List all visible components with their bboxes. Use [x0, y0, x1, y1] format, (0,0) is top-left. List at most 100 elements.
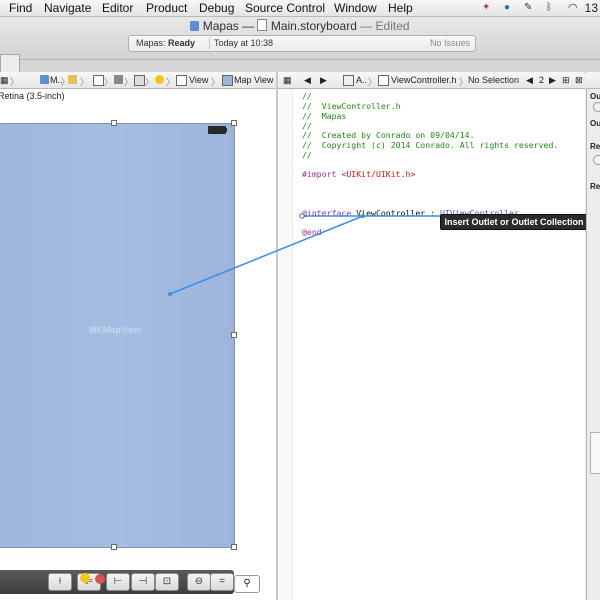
- activity-viewer: Mapas: Ready Today at 10:38 No Issues: [128, 35, 476, 52]
- storyboard-icon[interactable]: [93, 75, 104, 86]
- resolve-constraints-icon[interactable]: ⊣: [131, 573, 155, 591]
- code-line: //: [302, 150, 312, 160]
- previous-counterpart-icon[interactable]: ◀: [526, 75, 533, 86]
- zoom-out-icon[interactable]: ⊖: [187, 573, 211, 591]
- scene-icon[interactable]: [114, 75, 123, 84]
- code-line: // Created by Conrado on 09/04/14.: [302, 130, 475, 140]
- counterpart-count: 2: [539, 75, 545, 85]
- menu-source-control[interactable]: Source Control: [245, 1, 325, 15]
- assistant-mode-icon[interactable]: [343, 75, 354, 86]
- jump-chevron-icon: 〉: [459, 77, 469, 87]
- jump-chevron-icon: 〉: [10, 77, 20, 87]
- menu-extra-icon[interactable]: ✎: [524, 2, 532, 13]
- menu-window[interactable]: Window: [334, 1, 377, 15]
- jump-item-view[interactable]: View: [189, 75, 208, 85]
- resize-handle-top[interactable]: [111, 120, 117, 126]
- zoom-in-icon[interactable]: ⚲: [234, 575, 260, 593]
- resize-handle-bottom-right[interactable]: [231, 544, 237, 550]
- inspector-outlets-label: Ou: [590, 92, 600, 101]
- battery-tip: [226, 128, 227, 132]
- bluetooth-icon[interactable]: ᛒ: [546, 2, 552, 13]
- jump-bar-right: ▦ ◀ ▶ A.. 〉 ViewController.h 〉 No Select…: [278, 72, 585, 89]
- inspector-outlet-collections-label: Ou: [590, 119, 600, 128]
- jump-chevron-icon: 〉: [166, 77, 176, 87]
- project-icon: [190, 21, 200, 31]
- activity-status: Ready: [168, 38, 196, 48]
- resize-handle-bottom[interactable]: [111, 544, 117, 550]
- header-file-icon[interactable]: [378, 75, 389, 86]
- map-view-icon[interactable]: [222, 75, 233, 86]
- resize-handle-top-right[interactable]: [231, 120, 237, 126]
- interface-keyword: @interface: [302, 208, 352, 218]
- activity-app: Mapas: Ready: [136, 38, 196, 48]
- zoom-actual-icon[interactable]: =: [210, 573, 234, 591]
- next-counterpart-icon[interactable]: ▶: [549, 75, 556, 86]
- code-line: // Mapas: [302, 111, 347, 121]
- battery-icon: [208, 126, 226, 134]
- jump-chevron-icon: 〉: [124, 77, 134, 87]
- window-titlebar: Mapas — Main.storyboard — Edited Mapas: …: [0, 17, 600, 59]
- referencing-connector-icon[interactable]: [593, 155, 600, 165]
- import-line: #import <UIKit/UIKit.h>: [302, 169, 415, 179]
- menu-bar: Find Navigate Editor Product Debug Sourc…: [0, 0, 600, 17]
- jump-bar-left: ▦ 〉 M.. 〉 〉 〉 〉 〉 〉 View 〉 Map View: [0, 72, 276, 89]
- menu-find[interactable]: Find: [9, 1, 32, 15]
- sync-icon[interactable]: ●: [504, 2, 510, 13]
- jump-chevron-icon: 〉: [145, 77, 155, 87]
- code-line: //: [302, 91, 312, 101]
- class-name: ViewController :: [351, 208, 441, 218]
- menu-help[interactable]: Help: [388, 1, 413, 15]
- add-editor-icon[interactable]: ⊞: [562, 75, 570, 86]
- project-icon[interactable]: [40, 75, 49, 84]
- embed-stack-icon[interactable]: ⍿: [48, 573, 72, 591]
- inspector-tabs[interactable]: [586, 72, 600, 89]
- back-arrow-icon[interactable]: ◀: [304, 75, 311, 86]
- end-line: @end: [302, 227, 322, 237]
- title-separator: —: [242, 19, 255, 33]
- controller-scene-icon[interactable]: [134, 75, 145, 86]
- view-controller-icon[interactable]: [155, 75, 164, 84]
- wifi-icon[interactable]: ◠: [568, 1, 578, 14]
- menu-debug[interactable]: Debug: [199, 1, 234, 15]
- view-controller-dock-icon[interactable]: [80, 573, 90, 583]
- assistant-mode-label[interactable]: A..: [356, 75, 367, 85]
- folder-icon[interactable]: [68, 75, 77, 84]
- map-view-label: MKMapView: [88, 325, 142, 335]
- canvas-toolbar: ⍿ ⊫ ⊢ ⊣ ⊡ ⊖ =: [0, 570, 234, 594]
- map-view[interactable]: [0, 123, 235, 548]
- menu-navigate[interactable]: Navigate: [44, 1, 91, 15]
- jump-item-file[interactable]: ViewController.h: [391, 75, 456, 85]
- jump-item-selection[interactable]: No Selection: [468, 75, 519, 85]
- jump-chevron-icon: 〉: [104, 77, 114, 87]
- jump-chevron-icon: 〉: [368, 77, 378, 87]
- inspector-referencing-collections-label: Re: [590, 182, 600, 191]
- menu-editor[interactable]: Editor: [102, 1, 133, 15]
- resize-handle-right[interactable]: [231, 332, 237, 338]
- view-icon[interactable]: [176, 75, 187, 86]
- import-file: <UIKit/UIKit.h>: [341, 169, 416, 179]
- exit-dock-icon[interactable]: [95, 574, 105, 584]
- tab-storyboard[interactable]: [0, 54, 20, 72]
- menu-product[interactable]: Product: [146, 1, 187, 15]
- activity-issues[interactable]: No Issues: [430, 38, 470, 48]
- related-items-icon[interactable]: ▦: [0, 75, 9, 86]
- forward-arrow-icon[interactable]: ▶: [320, 75, 327, 86]
- jump-chevron-icon: 〉: [211, 77, 221, 87]
- menu-clock[interactable]: 13: [585, 1, 598, 15]
- window-file-name: Main.storyboard: [270, 19, 357, 33]
- pin-icon[interactable]: ⊢: [106, 573, 130, 591]
- close-editor-icon[interactable]: ⊠: [575, 75, 583, 86]
- related-items-icon[interactable]: ▦: [283, 75, 292, 86]
- activity-time: Today at 10:38: [214, 38, 274, 48]
- storyboard-file-icon: [257, 19, 268, 31]
- inspector-referencing-label: Re: [590, 142, 600, 151]
- resizing-icon[interactable]: ⊡: [155, 573, 179, 591]
- outlet-connector-icon[interactable]: [593, 102, 600, 112]
- object-library-thumbnail[interactable]: [590, 432, 600, 474]
- code-line: // ViewController.h: [302, 101, 401, 111]
- code-editor[interactable]: [278, 89, 585, 600]
- window-project-name: Mapas: [202, 19, 239, 33]
- status-extra-icon[interactable]: ✦: [482, 2, 490, 13]
- jump-chevron-icon: 〉: [80, 77, 90, 87]
- jump-item-map-view[interactable]: Map View: [234, 75, 273, 85]
